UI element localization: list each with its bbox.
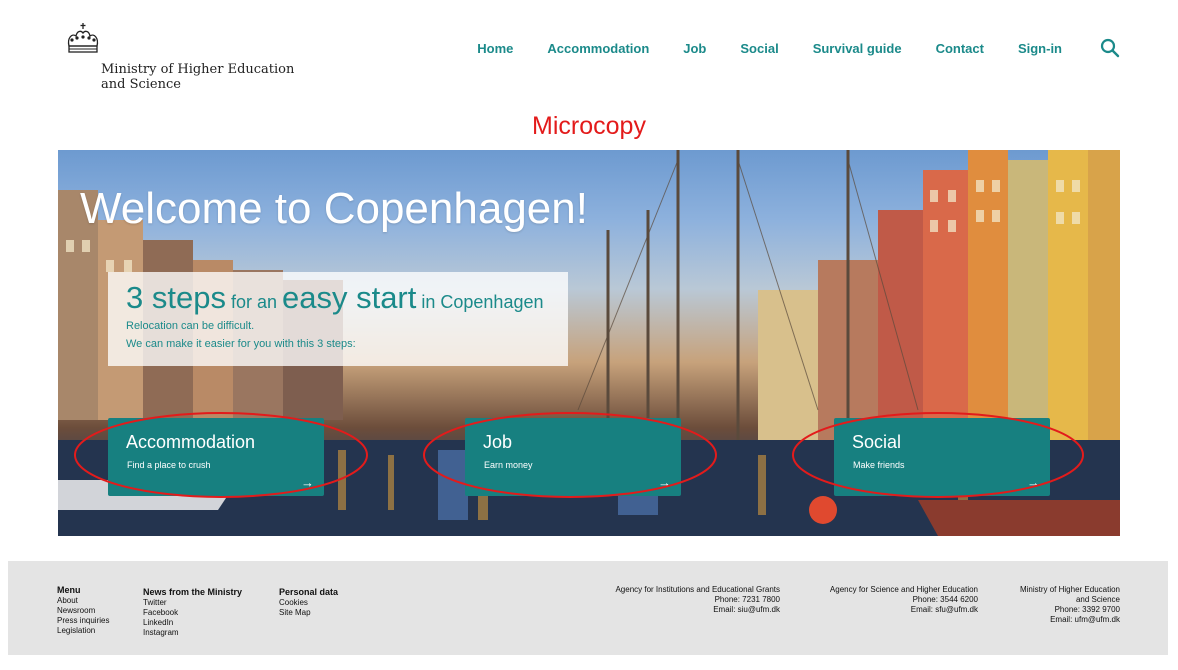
steps-description-line1: Relocation can be difficult. [126, 320, 255, 332]
agency-name: Agency for Science and Higher Education [829, 585, 978, 594]
logo-line1: Ministry of Higher Education [101, 62, 295, 77]
agency-name: Agency for Institutions and Educational … [615, 585, 780, 594]
steps-heading-part2: for an [225, 292, 282, 312]
annotation-title: Microcopy [532, 112, 646, 140]
nav-home[interactable]: Home [477, 41, 513, 56]
nav-job[interactable]: Job [683, 41, 706, 56]
nav-sign-in[interactable]: Sign-in [1018, 41, 1062, 56]
footer-menu: Menu About Newsroom Press inquiries Legi… [57, 585, 109, 636]
arrow-right-icon: → [1027, 475, 1040, 490]
card-title: Job [483, 432, 513, 452]
steps-heading: 3 steps for an easy start in Copenhagen [126, 280, 543, 316]
steps-heading-part4: in Copenhagen [416, 292, 544, 312]
ministry-logo[interactable]: Ministry of Higher Education and Science [64, 22, 304, 102]
footer-agency-grants: Agency for Institutions and Educational … [615, 585, 780, 615]
card-subtitle: Make friends [853, 460, 905, 470]
steps-description-line2: We can make it easier for you with this … [126, 338, 356, 350]
steps-heading-part3: easy start [281, 280, 417, 315]
footer-news: News from the Ministry Twitter Facebook … [143, 587, 242, 638]
nav-accommodation[interactable]: Accommodation [547, 41, 649, 56]
steps-heading-part1: 3 steps [126, 280, 226, 315]
footer-link-instagram[interactable]: Instagram [143, 628, 242, 638]
footer-ministry: Ministry of Higher Education and Science… [1020, 585, 1120, 625]
arrow-right-icon: → [658, 475, 671, 490]
agency-phone: Phone: 3544 6200 [912, 595, 978, 604]
footer-personal-data: Personal data Cookies Site Map [279, 587, 338, 618]
footer-link-cookies[interactable]: Cookies [279, 598, 338, 608]
card-title: Social [852, 432, 902, 452]
ministry-email[interactable]: Email: ufm@ufm.dk [1020, 615, 1120, 625]
footer-menu-title: Menu [57, 585, 81, 595]
hero-title: Welcome to Copenhagen! [80, 184, 588, 233]
card-subtitle: Find a place to crush [127, 460, 211, 470]
ministry-name-line2: and Science [1075, 595, 1120, 604]
main-nav: Home Accommodation Job Social Survival g… [477, 38, 1120, 58]
steps-intro-box: 3 steps for an easy start in Copenhagen … [108, 272, 568, 366]
footer-link-twitter[interactable]: Twitter [143, 598, 242, 608]
search-icon[interactable] [1100, 38, 1120, 58]
accommodation-card[interactable]: Accommodation Find a place to crush → [108, 418, 324, 496]
footer-link-sitemap[interactable]: Site Map [279, 608, 338, 618]
footer-personal-title: Personal data [279, 587, 339, 597]
logo-line2: and Science [101, 77, 181, 92]
footer-link-linkedin[interactable]: LinkedIn [143, 618, 242, 628]
footer-agency-science: Agency for Science and Higher Education … [830, 585, 978, 615]
arrow-right-icon: → [301, 475, 314, 490]
job-card[interactable]: Job Earn money → [465, 418, 681, 496]
footer-news-title: News from the Ministry [143, 587, 243, 597]
card-subtitle: Earn money [484, 460, 533, 470]
agency-email[interactable]: Email: sfu@ufm.dk [830, 605, 978, 615]
footer-link-press[interactable]: Press inquiries [57, 616, 109, 626]
ministry-name-line1: Ministry of Higher Education [1019, 585, 1120, 594]
footer-link-legislation[interactable]: Legislation [57, 626, 109, 636]
nav-survival-guide[interactable]: Survival guide [813, 41, 902, 56]
agency-phone: Phone: 7231 7800 [714, 595, 780, 604]
card-title: Accommodation [126, 432, 256, 452]
hero-banner: Welcome to Copenhagen! 3 steps for an ea… [58, 150, 1120, 536]
logo-text: Ministry of Higher Education and Science [101, 62, 294, 92]
footer: Menu About Newsroom Press inquiries Legi… [8, 561, 1168, 655]
crown-icon [67, 23, 99, 53]
agency-email[interactable]: Email: siu@ufm.dk [615, 605, 780, 615]
footer-link-about[interactable]: About [57, 596, 109, 606]
footer-link-newsroom[interactable]: Newsroom [57, 606, 109, 616]
nav-contact[interactable]: Contact [936, 41, 984, 56]
nav-social[interactable]: Social [740, 41, 778, 56]
ministry-phone: Phone: 3392 9700 [1054, 605, 1120, 614]
footer-link-facebook[interactable]: Facebook [143, 608, 242, 618]
social-card[interactable]: Social Make friends → [834, 418, 1050, 496]
